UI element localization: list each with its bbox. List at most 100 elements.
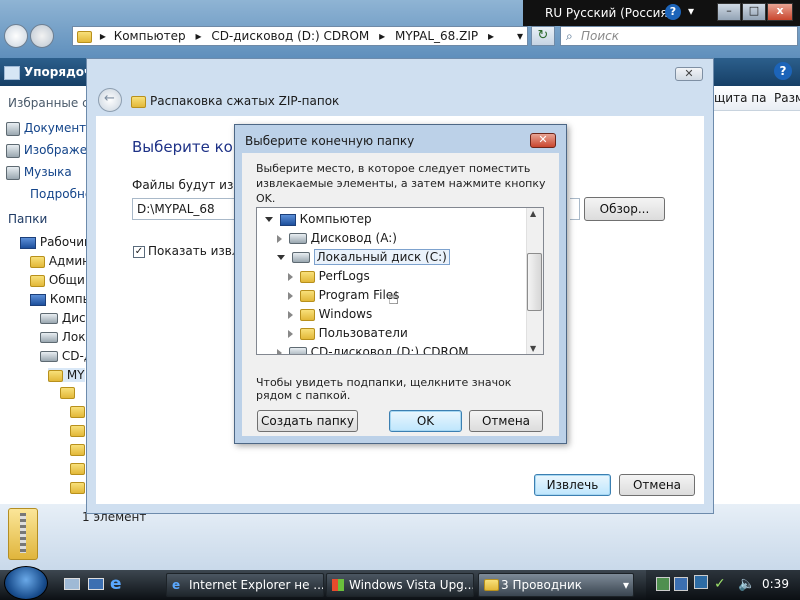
language-bar[interactable]: RU Русский (Россия) ? ▾ – □ x xyxy=(523,0,800,26)
ok-button[interactable]: OK xyxy=(389,410,462,432)
search-icon: ⌕ xyxy=(566,29,573,43)
expanded-arrow-icon[interactable] xyxy=(265,217,273,222)
expanded-arrow-icon[interactable] xyxy=(277,255,285,260)
folder-icon xyxy=(299,327,315,340)
folder-icon[interactable] xyxy=(60,387,75,399)
search-input[interactable]: Поиск ⌕ xyxy=(560,26,798,46)
taskbar-item-explorer[interactable]: 3 Проводник ▾ xyxy=(478,573,634,597)
browse-hint: Чтобы увидеть подпапки, щелкните значок … xyxy=(256,376,512,402)
tree-mypal-zip[interactable]: MY xyxy=(48,368,85,382)
column-headers: щита па Разм xyxy=(714,86,800,111)
show-desktop-icon[interactable] xyxy=(64,578,80,590)
folder-icon xyxy=(299,308,315,321)
fav-music[interactable]: Музыка xyxy=(6,165,72,180)
show-files-checkbox[interactable]: ✓ xyxy=(133,246,145,258)
tree-node-computer[interactable]: Компьютер xyxy=(265,210,372,228)
tray-app-icon[interactable] xyxy=(674,577,688,591)
tree-node-drive-a[interactable]: Дисковод (A:) xyxy=(277,229,397,247)
tree-node-perflogs[interactable]: PerfLogs xyxy=(288,267,370,285)
volume-muted-icon[interactable]: 🔈 xyxy=(738,576,755,592)
folder-icon[interactable] xyxy=(70,482,85,494)
folder-icon[interactable] xyxy=(70,406,85,418)
clock[interactable]: 0:39 xyxy=(762,577,789,591)
wizard-close-button[interactable]: ✕ xyxy=(675,67,703,81)
wizard-cancel-button[interactable]: Отмена xyxy=(619,474,695,496)
fav-more[interactable]: Подробне xyxy=(30,187,92,201)
collapsed-arrow-icon[interactable] xyxy=(277,234,282,243)
navigation-pane: Избранные сс Документ Изображе Музыка По… xyxy=(0,86,95,570)
breadcrumb-cd-drive[interactable]: CD-дисковод (D:) CDROM xyxy=(211,29,369,43)
close-button[interactable]: x xyxy=(767,3,793,21)
folder-icon[interactable] xyxy=(70,425,85,437)
folder-icon[interactable] xyxy=(70,463,85,475)
minimize-button[interactable]: – xyxy=(717,3,741,21)
language-indicator[interactable]: RU Русский (Россия) xyxy=(545,6,672,20)
fav-pictures[interactable]: Изображе xyxy=(6,143,87,158)
browse-cancel-button[interactable]: Отмена xyxy=(469,410,543,432)
back-button[interactable] xyxy=(4,24,28,48)
zip-archive-icon xyxy=(8,508,38,560)
address-bar[interactable]: ▸ Компьютер ▸ CD-дисковод (D:) CDROM ▸ M… xyxy=(72,26,528,46)
tree-node-drive-d[interactable]: CD-дисковод (D:) CDROM xyxy=(277,343,469,354)
extract-button[interactable]: Извлечь xyxy=(534,474,611,496)
collapsed-arrow-icon[interactable] xyxy=(288,291,293,300)
scroll-down-icon[interactable]: ▼ xyxy=(530,344,536,353)
breadcrumb-sep-icon: ▸ xyxy=(487,29,494,43)
breadcrumb-sep-icon: ▸ xyxy=(379,29,386,43)
tree-public[interactable]: Общи xyxy=(30,273,85,287)
tree-public-label: Общи xyxy=(48,273,85,287)
collapsed-arrow-icon[interactable] xyxy=(288,272,293,281)
collapsed-arrow-icon[interactable] xyxy=(288,329,293,338)
help-icon[interactable]: ? xyxy=(665,4,681,20)
scrollbar-thumb[interactable] xyxy=(527,253,542,311)
new-folder-button[interactable]: Создать папку xyxy=(257,410,358,432)
wizard-title: Распаковка сжатых ZIP-папок xyxy=(150,94,340,108)
start-button[interactable] xyxy=(4,566,48,600)
fav-documents[interactable]: Документ xyxy=(6,121,86,136)
tree-computer[interactable]: Компь xyxy=(30,292,90,306)
forward-button[interactable] xyxy=(30,24,54,48)
browse-close-button[interactable]: ✕ xyxy=(530,133,556,148)
wizard-back-button[interactable]: ← xyxy=(98,88,122,112)
tree-node-windows-label: Windows xyxy=(318,307,373,321)
switch-windows-icon[interactable] xyxy=(88,578,104,590)
browse-dialog-title: Выберите конечную папку xyxy=(245,134,415,148)
column-header-size[interactable]: Разм xyxy=(774,91,800,105)
folder-tree[interactable]: Компьютер Дисковод (A:) Локальный диск (… xyxy=(256,207,544,355)
tree-floppy[interactable]: Диск xyxy=(40,311,93,325)
taskbar-item-ie[interactable]: e Internet Explorer не ... xyxy=(166,573,324,597)
maximize-button[interactable]: □ xyxy=(742,3,766,21)
group-dropdown-icon[interactable]: ▾ xyxy=(623,574,629,596)
breadcrumb-computer[interactable]: Компьютер xyxy=(114,29,186,43)
collapsed-arrow-icon[interactable] xyxy=(288,310,293,319)
breadcrumb-zip[interactable]: MYPAL_68.ZIP xyxy=(395,29,478,43)
help-icon[interactable]: ? xyxy=(774,62,792,80)
internet-explorer-icon[interactable]: e xyxy=(110,574,122,594)
collapsed-arrow-icon[interactable] xyxy=(277,348,282,354)
security-center-icon[interactable]: ✓ xyxy=(714,576,726,592)
folder-icon xyxy=(77,30,92,43)
tree-node-program-files[interactable]: Program Files xyxy=(288,286,399,304)
taskbar-item-vista-upgrade[interactable]: Windows Vista Upg... xyxy=(326,573,474,597)
tree-desktop[interactable]: Рабочий xyxy=(20,235,92,249)
scroll-up-icon[interactable]: ▲ xyxy=(530,209,536,218)
address-dropdown-icon[interactable]: ▾ xyxy=(517,27,523,45)
cd-drive-icon xyxy=(40,351,58,362)
tree-local-disk[interactable]: Лока xyxy=(40,330,93,344)
organize-button[interactable]: Упорядоч xyxy=(4,62,92,82)
tree-cd-drive[interactable]: CD-д xyxy=(40,349,92,363)
network-icon[interactable] xyxy=(694,575,708,589)
tree-node-users[interactable]: Пользователи xyxy=(288,324,408,342)
tree-node-drive-c[interactable]: Локальный диск (C:) xyxy=(277,248,450,266)
language-options-icon[interactable]: ▾ xyxy=(688,4,694,18)
tree-node-windows[interactable]: Windows xyxy=(288,305,372,323)
destination-path-input-end[interactable] xyxy=(570,198,580,220)
tray-app-icon[interactable] xyxy=(656,577,670,591)
refresh-icon[interactable]: ↻ xyxy=(531,26,555,46)
destination-path-input[interactable]: D:\MYPAL_68 xyxy=(132,198,242,220)
column-header-partial[interactable]: щита па xyxy=(714,91,766,105)
folders-title[interactable]: Папки xyxy=(8,212,47,226)
folder-icon[interactable] xyxy=(70,444,85,456)
tree-admin[interactable]: Админ xyxy=(30,254,90,268)
browse-button[interactable]: Обзор... xyxy=(584,197,665,221)
